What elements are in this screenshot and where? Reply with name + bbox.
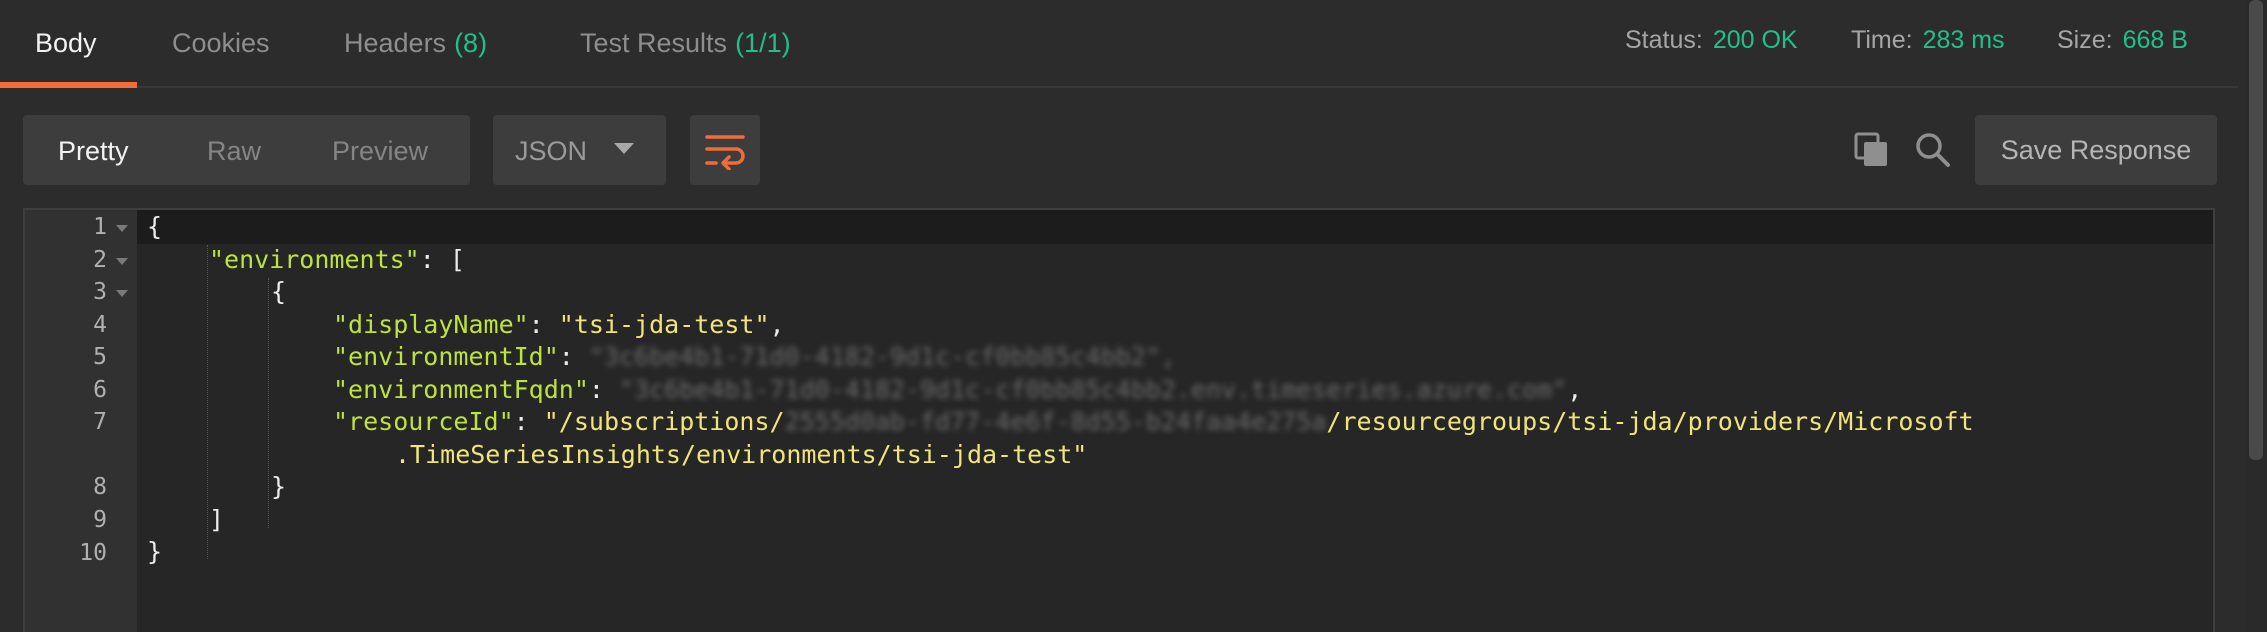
code-token: { — [271, 277, 287, 306]
redacted-value: 2555d0ab-fd77-4e6f-8d55-b24faa4e275a — [784, 407, 1327, 436]
json-key: "environments" — [209, 245, 420, 274]
vertical-scrollbar[interactable] — [2246, 0, 2267, 632]
code-token: : [ — [419, 245, 465, 274]
json-key: "environmentFqdn" — [333, 375, 589, 404]
code-line: { — [271, 277, 286, 306]
tab-body-label: Body — [35, 28, 97, 58]
code-line: } — [271, 472, 286, 501]
tab-test-results[interactable]: Test Results (1/1) — [580, 28, 791, 59]
response-tab-bar: Body Cookies Headers (8) Test Results (1/1… — [0, 0, 2238, 88]
line-number: 3 — [93, 279, 107, 305]
fold-arrow-icon[interactable] — [116, 258, 128, 265]
code-line: "displayName": "tsi-jda-test", — [333, 310, 785, 339]
code-line: "environmentId": "3c6be4b1-71d0-4182-9d1… — [333, 342, 1176, 371]
time-value: 283 ms — [1922, 26, 2005, 54]
copy-icon — [1854, 132, 1887, 166]
response-panel: Body Cookies Headers (8) Test Results (1/1… — [0, 0, 2267, 632]
scrollbar-thumb[interactable] — [2249, 0, 2263, 460]
time-label: Time: — [1851, 26, 1913, 54]
json-string: "tsi-jda-test" — [558, 310, 770, 339]
line-number: 5 — [93, 344, 107, 370]
code-token: , — [769, 310, 785, 339]
active-line-highlight — [137, 210, 2213, 244]
line-number: 9 — [93, 507, 107, 533]
code-line: "resourceId": "/subscriptions/2555d0ab-f… — [333, 407, 1974, 436]
code-token: , — [1567, 375, 1583, 404]
size-value: 668 B — [2122, 26, 2188, 54]
code-line-wrapped: .TimeSeriesInsights/environments/tsi-jda… — [395, 440, 1087, 469]
json-string: /resourcegroups/tsi-jda/providers/Micros… — [1326, 407, 1974, 436]
active-tab-indicator — [0, 82, 137, 88]
status-value: 200 OK — [1712, 26, 1798, 54]
json-key: "displayName" — [333, 310, 529, 339]
tab-headers-label: Headers — [344, 28, 447, 58]
view-mode-preview[interactable]: Preview — [332, 136, 428, 167]
code-token: ] — [209, 505, 225, 534]
code-token: , — [1160, 342, 1176, 371]
code-line: "environments": [ — [209, 245, 465, 274]
code-token: : — [588, 375, 619, 404]
size-readout[interactable]: Size: 668 B — [2057, 26, 2188, 55]
code-token: } — [271, 472, 287, 501]
chevron-down-icon — [614, 143, 634, 154]
save-response-button[interactable]: Save Response — [1975, 115, 2217, 185]
fold-arrow-icon[interactable] — [116, 225, 128, 232]
json-key: "environmentId" — [333, 342, 559, 371]
response-body-editor[interactable]: 1 2 3 4 5 6 7 8 9 10 { "environments": [… — [23, 208, 2215, 632]
wrap-lines-button[interactable] — [690, 115, 760, 185]
copy-button[interactable] — [1853, 131, 1891, 169]
json-string: "/subscriptions/ — [543, 407, 785, 436]
code-token: { — [147, 212, 163, 241]
code-token: } — [147, 537, 163, 566]
view-mode-switch: Pretty Raw Preview — [23, 115, 470, 185]
search-icon — [1916, 133, 1950, 167]
indent-guide — [207, 245, 208, 559]
code-token: : — [513, 407, 544, 436]
size-label: Size: — [2057, 26, 2113, 54]
tab-headers-count: (8) — [454, 28, 488, 58]
search-button[interactable] — [1914, 131, 1952, 169]
tab-cookies-label: Cookies — [172, 28, 270, 58]
line-number-gutter: 1 2 3 4 5 6 7 8 9 10 — [25, 210, 137, 632]
view-mode-pretty[interactable]: Pretty — [58, 136, 129, 167]
redacted-value: "3c6be4b1-71d0-4182-9d1c-cf0bb85c4bb2.en… — [618, 375, 1568, 404]
line-number: 1 — [93, 214, 107, 240]
tab-body[interactable]: Body — [35, 28, 97, 59]
line-number: 8 — [93, 474, 107, 500]
line-number: 6 — [93, 377, 107, 403]
format-select[interactable]: JSON — [493, 115, 666, 185]
view-mode-raw[interactable]: Raw — [207, 136, 261, 167]
code-line: "environmentFqdn": "3c6be4b1-71d0-4182-9… — [333, 375, 1582, 404]
code-token: : — [558, 342, 589, 371]
format-select-value: JSON — [515, 136, 588, 166]
line-number: 4 — [93, 312, 107, 338]
tab-test-results-label: Test Results — [580, 28, 728, 58]
fold-arrow-icon[interactable] — [116, 290, 128, 297]
indent-guide — [268, 278, 269, 528]
line-number: 10 — [79, 540, 107, 566]
json-string: .TimeSeriesInsights/environments/tsi-jda… — [395, 440, 1088, 469]
json-key: "resourceId" — [333, 407, 514, 436]
redacted-value: "3c6be4b1-71d0-4182-9d1c-cf0bb85c4bb2" — [588, 342, 1161, 371]
line-number: 2 — [93, 247, 107, 273]
status-readout: Status: 200 OK — [1625, 26, 1798, 55]
status-label: Status: — [1625, 26, 1703, 54]
tab-cookies[interactable]: Cookies — [172, 28, 270, 59]
tab-test-results-count: (1/1) — [735, 28, 791, 58]
wrap-lines-icon — [705, 135, 745, 170]
time-readout[interactable]: Time: 283 ms — [1851, 26, 2005, 55]
code-line: ] — [209, 505, 224, 534]
code-line: { — [147, 212, 162, 241]
tab-headers[interactable]: Headers (8) — [344, 28, 487, 59]
line-number: 7 — [93, 409, 107, 435]
code-token: : — [528, 310, 559, 339]
code-line: } — [147, 537, 162, 566]
